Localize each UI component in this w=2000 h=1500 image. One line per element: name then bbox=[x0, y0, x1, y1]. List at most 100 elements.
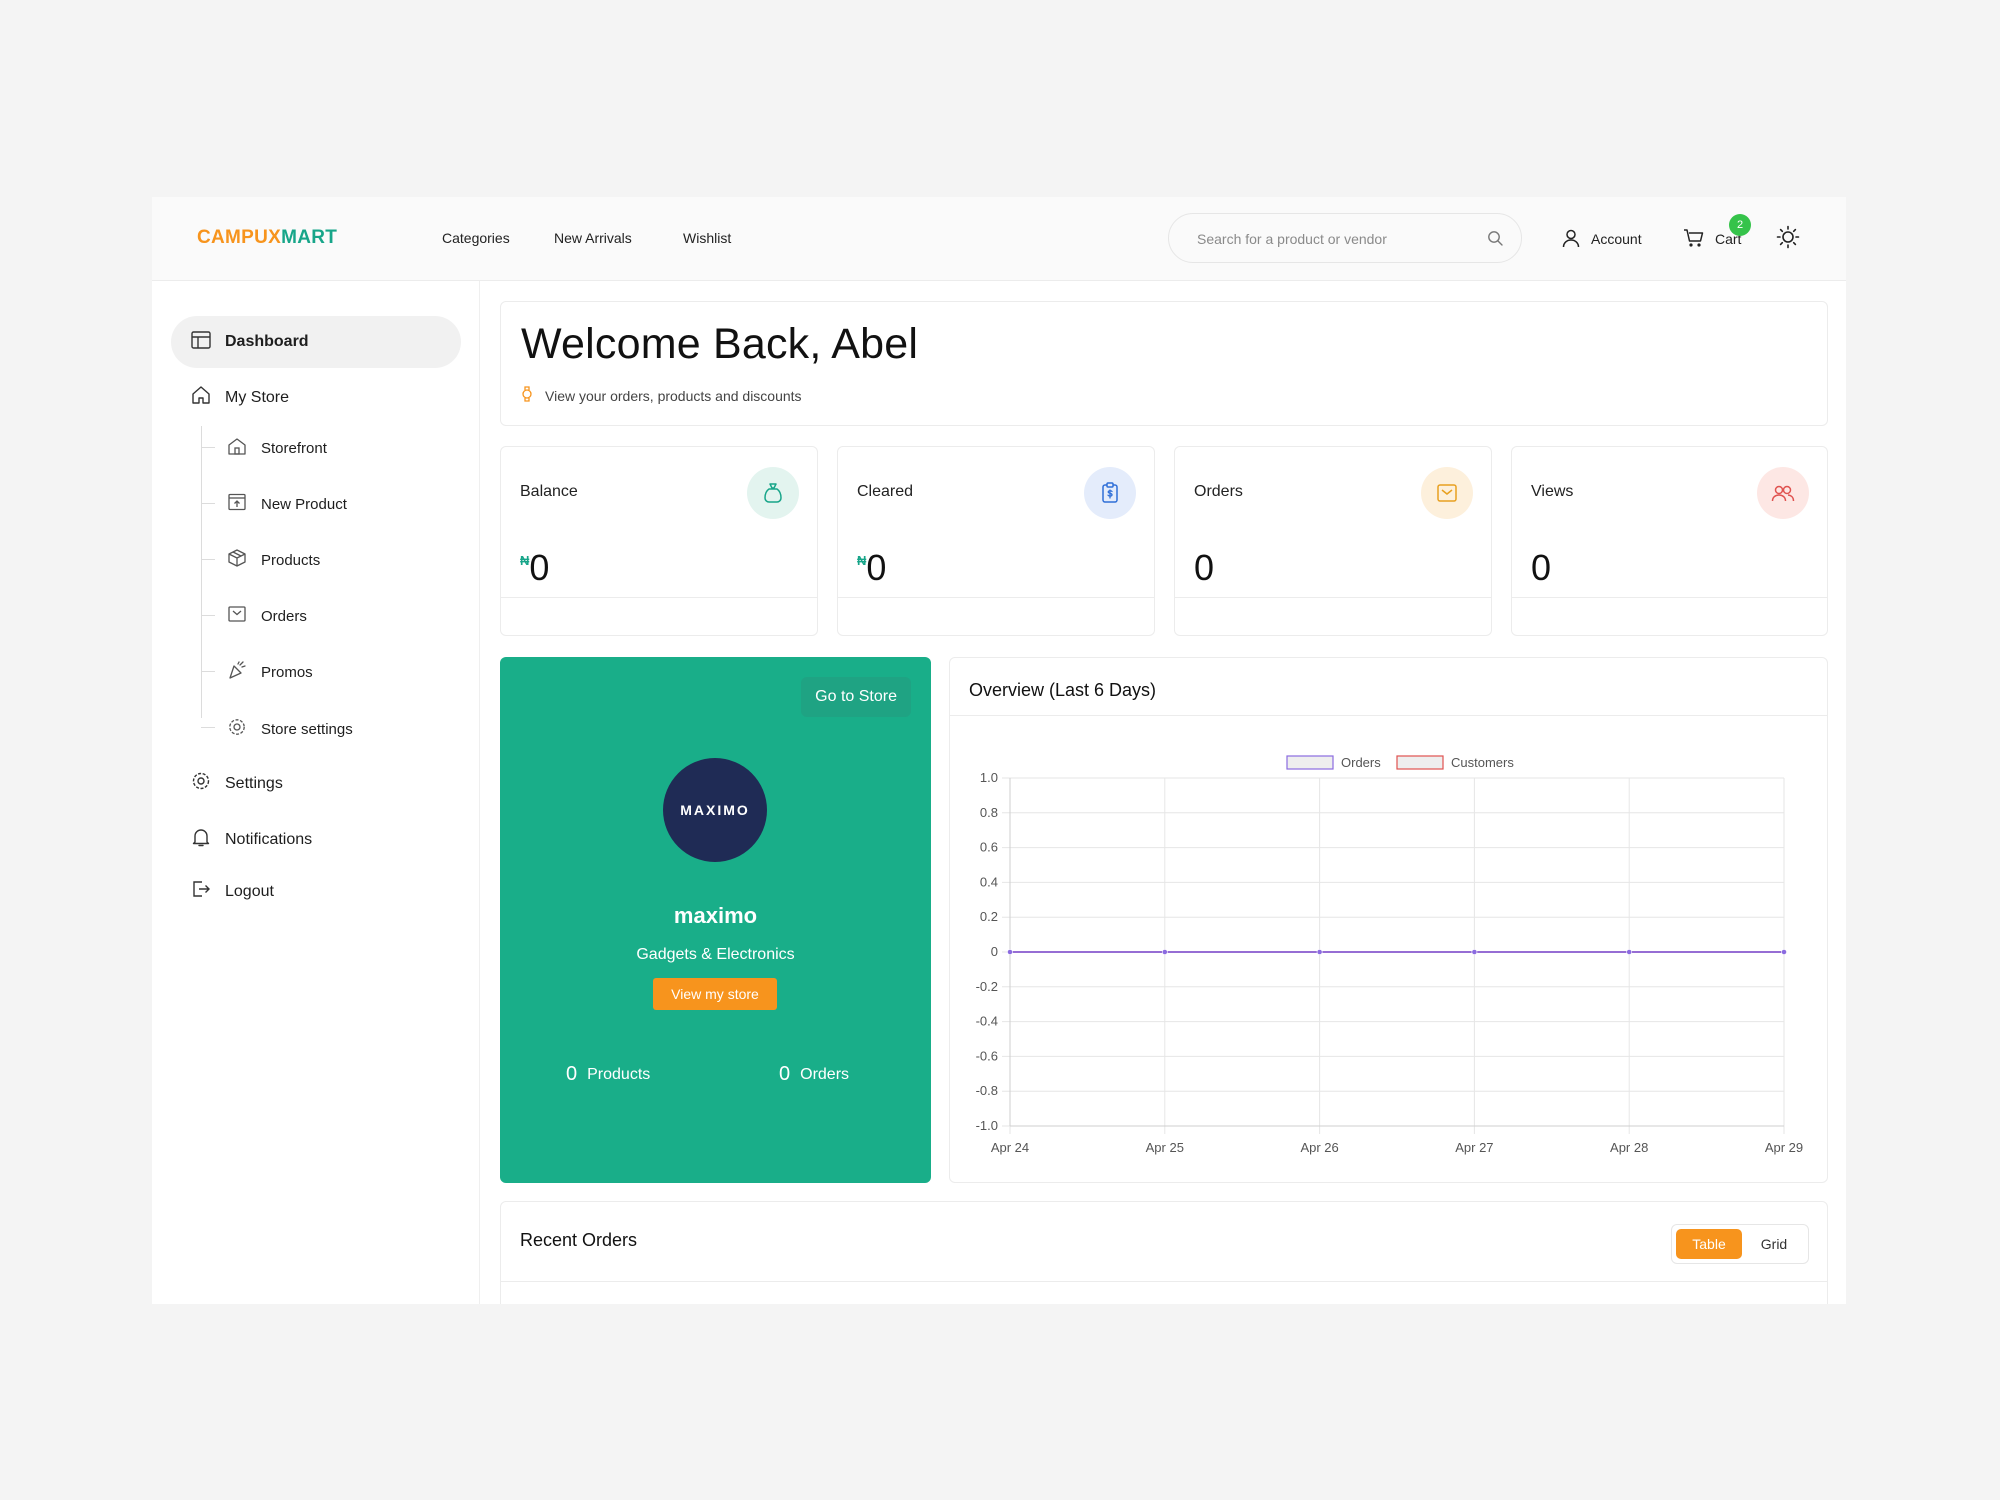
sidebar-item-store-settings[interactable]: Store settings bbox=[227, 717, 353, 741]
brand-logo[interactable]: CAMPUXMART bbox=[197, 227, 337, 249]
sidebar-item-dashboard[interactable]: Dashboard bbox=[171, 316, 461, 368]
sidebar-item-my-store[interactable]: My Store bbox=[191, 385, 289, 410]
divider bbox=[838, 597, 1154, 598]
search-icon[interactable] bbox=[1487, 230, 1503, 251]
sidebar-item-label: Orders bbox=[261, 607, 307, 625]
sidebar-item-label: Promos bbox=[261, 663, 313, 681]
nav-categories[interactable]: Categories bbox=[442, 230, 510, 246]
inbox-icon bbox=[1421, 467, 1473, 519]
home-icon bbox=[191, 385, 211, 410]
gear-icon bbox=[227, 717, 247, 741]
watch-icon bbox=[521, 386, 533, 405]
sidebar-item-notifications[interactable]: Notifications bbox=[191, 827, 312, 852]
package-icon bbox=[227, 549, 247, 571]
divider bbox=[1175, 597, 1491, 598]
search-input[interactable] bbox=[1197, 228, 1477, 250]
sidebar-item-promos[interactable]: Promos bbox=[227, 661, 313, 683]
grid-view-button[interactable]: Grid bbox=[1744, 1229, 1804, 1259]
logout-icon bbox=[191, 879, 211, 904]
submenu-tick bbox=[201, 559, 215, 560]
data-point-orders bbox=[1781, 949, 1787, 955]
stat-label: Orders bbox=[1194, 483, 1243, 500]
y-tick-label: 0.4 bbox=[980, 874, 998, 889]
sidebar-item-label: Store settings bbox=[261, 720, 353, 738]
stat-card-balance: Balance ₦ 0 bbox=[500, 446, 818, 636]
stat-number: 0 bbox=[866, 547, 887, 588]
store-products-count: 0 Products bbox=[566, 1063, 650, 1086]
y-tick-label: 0.2 bbox=[980, 909, 998, 924]
x-tick-label: Apr 29 bbox=[1765, 1140, 1803, 1155]
x-tick-label: Apr 28 bbox=[1610, 1140, 1648, 1155]
y-tick-label: -0.4 bbox=[976, 1014, 998, 1029]
y-tick-label: -1.0 bbox=[976, 1118, 998, 1133]
nav-new-arrivals[interactable]: New Arrivals bbox=[554, 230, 632, 246]
sidebar-item-storefront[interactable]: Storefront bbox=[227, 437, 327, 459]
submenu-tick bbox=[201, 503, 215, 504]
products-count-value: 0 bbox=[566, 1063, 578, 1085]
stat-number: 0 bbox=[529, 547, 550, 588]
sidebar-item-label: Products bbox=[261, 551, 321, 569]
x-tick-label: Apr 27 bbox=[1455, 1140, 1493, 1155]
sidebar-item-label: My Store bbox=[225, 388, 290, 406]
user-icon bbox=[1561, 228, 1581, 251]
cart-icon bbox=[1683, 228, 1705, 251]
divider bbox=[501, 1281, 1827, 1282]
divider bbox=[1512, 597, 1827, 598]
y-tick-label: 0.6 bbox=[980, 840, 998, 855]
legend-swatch bbox=[1286, 755, 1334, 770]
stat-card-cleared: Cleared ₦ 0 bbox=[837, 446, 1155, 636]
users-icon bbox=[1757, 467, 1809, 519]
data-point-orders bbox=[1007, 949, 1013, 955]
y-tick-label: -0.8 bbox=[976, 1083, 998, 1098]
inbox-icon bbox=[227, 605, 247, 627]
recent-orders-card: Recent Orders Table Grid bbox=[500, 1201, 1828, 1304]
search-bar bbox=[1168, 213, 1522, 263]
theme-toggle-sun-icon[interactable] bbox=[1776, 225, 1800, 254]
stat-value: ₦ 0 bbox=[520, 547, 549, 589]
account-button[interactable]: Account bbox=[1561, 219, 1642, 259]
welcome-subtitle-text: View your orders, products and discounts bbox=[545, 387, 802, 404]
sidebar-item-settings[interactable]: Settings bbox=[191, 771, 283, 796]
view-my-store-button[interactable]: View my store bbox=[653, 978, 777, 1010]
party-popper-icon bbox=[227, 661, 247, 683]
stat-card-views: Views 0 bbox=[1511, 446, 1828, 636]
store-category: Gadgets & Electronics bbox=[636, 946, 795, 963]
submenu-tick bbox=[201, 447, 215, 448]
x-tick-label: Apr 26 bbox=[1300, 1140, 1338, 1155]
sidebar-item-label: Settings bbox=[225, 774, 283, 792]
sidebar-item-products[interactable]: Products bbox=[227, 549, 320, 571]
store-avatar: MAXIMO bbox=[663, 758, 767, 862]
gear-icon bbox=[191, 771, 211, 796]
stat-label: Views bbox=[1531, 483, 1574, 500]
table-view-button[interactable]: Table bbox=[1676, 1229, 1742, 1259]
chart-title: Overview (Last 6 Days) bbox=[969, 680, 1157, 700]
line-chart: 1.0 0.8 0.6 0.4 0.2 0 -0.2 -0.4 -0.6 -0.8 -1.0 Apr … bbox=[976, 755, 1804, 1155]
go-to-store-button[interactable]: Go to Store bbox=[801, 677, 911, 717]
y-tick-label: -0.6 bbox=[976, 1048, 998, 1063]
top-navbar: CAMPUXMART Categories New Arrivals Wishl… bbox=[152, 197, 1846, 281]
submenu-tick bbox=[201, 615, 215, 616]
stat-label: Cleared bbox=[857, 483, 914, 500]
overview-chart-card: Overview (Last 6 Days) 1.0 0.8 0.6 0.4 0.2 0 -… bbox=[949, 657, 1828, 1183]
divider bbox=[950, 715, 1827, 716]
sidebar-item-orders[interactable]: Orders bbox=[227, 605, 307, 627]
data-point-orders bbox=[1161, 949, 1168, 955]
page-title: Welcome Back, Abel bbox=[521, 320, 919, 368]
stat-number: 0 bbox=[1531, 547, 1552, 588]
nav-wishlist[interactable]: Wishlist bbox=[683, 230, 731, 246]
divider bbox=[501, 597, 817, 598]
sidebar-item-label: Logout bbox=[225, 882, 274, 900]
sidebar: Dashboard My Store Storefront New Produc… bbox=[152, 281, 480, 1304]
sidebar-item-logout[interactable]: Logout bbox=[191, 879, 274, 904]
submenu-tick bbox=[201, 671, 215, 672]
welcome-subtitle: View your orders, products and discounts bbox=[521, 386, 802, 405]
sidebar-item-new-product[interactable]: New Product bbox=[227, 493, 347, 515]
recent-orders-title: Recent Orders bbox=[520, 1230, 638, 1250]
data-point-orders bbox=[1626, 949, 1633, 955]
y-tick-label: 0 bbox=[991, 944, 998, 959]
bell-icon bbox=[191, 827, 211, 852]
layout-icon bbox=[191, 330, 211, 354]
sidebar-item-label: Notifications bbox=[225, 830, 313, 848]
x-tick-label: Apr 24 bbox=[991, 1140, 1029, 1155]
stat-number: 0 bbox=[1194, 547, 1215, 588]
